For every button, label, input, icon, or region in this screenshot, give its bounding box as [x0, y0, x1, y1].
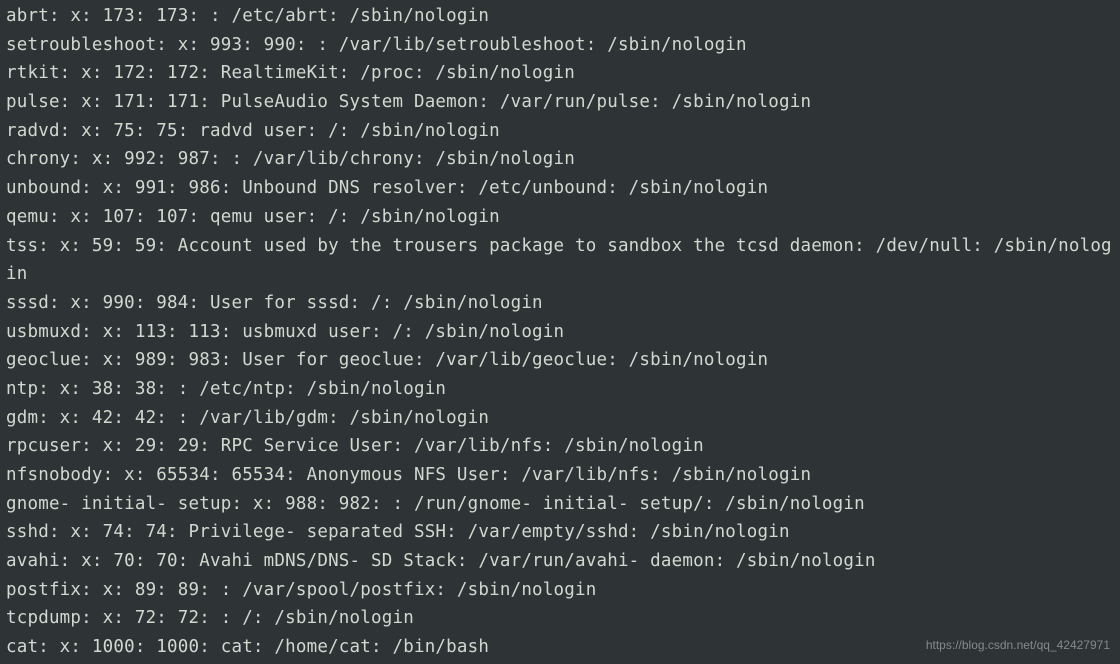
passwd-entry-line: rtkit: x: 172: 172: RealtimeKit: /proc: … [6, 59, 1114, 88]
passwd-entry-line: geoclue: x: 989: 983: User for geoclue: … [6, 346, 1114, 375]
passwd-entry-line: unbound: x: 991: 986: Unbound DNS resolv… [6, 174, 1114, 203]
passwd-entry-line: radvd: x: 75: 75: radvd user: /: /sbin/n… [6, 117, 1114, 146]
passwd-entry-line: rpcuser: x: 29: 29: RPC Service User: /v… [6, 432, 1114, 461]
passwd-entry-line: abrt: x: 173: 173: : /etc/abrt: /sbin/no… [6, 2, 1114, 31]
passwd-entry-line: chrony: x: 992: 987: : /var/lib/chrony: … [6, 145, 1114, 174]
passwd-entry-line: qemu: x: 107: 107: qemu user: /: /sbin/n… [6, 203, 1114, 232]
passwd-entry-line: sssd: x: 990: 984: User for sssd: /: /sb… [6, 289, 1114, 318]
passwd-entry-line: tcpdump: x: 72: 72: : /: /sbin/nologin [6, 604, 1114, 633]
passwd-entry-line: gnome- initial- setup: x: 988: 982: : /r… [6, 490, 1114, 519]
passwd-entry-line: tss: x: 59: 59: Account used by the trou… [6, 232, 1114, 289]
passwd-entry-line: postfix: x: 89: 89: : /var/spool/postfix… [6, 576, 1114, 605]
passwd-entry-line: pulse: x: 171: 171: PulseAudio System Da… [6, 88, 1114, 117]
passwd-entry-line: ntp: x: 38: 38: : /etc/ntp: /sbin/nologi… [6, 375, 1114, 404]
terminal-output: abrt: x: 173: 173: : /etc/abrt: /sbin/no… [6, 2, 1114, 662]
passwd-entry-line: nfsnobody: x: 65534: 65534: Anonymous NF… [6, 461, 1114, 490]
passwd-entry-line: gdm: x: 42: 42: : /var/lib/gdm: /sbin/no… [6, 404, 1114, 433]
passwd-entry-line: setroubleshoot: x: 993: 990: : /var/lib/… [6, 31, 1114, 60]
passwd-entry-line: sshd: x: 74: 74: Privilege- separated SS… [6, 518, 1114, 547]
passwd-entry-line: usbmuxd: x: 113: 113: usbmuxd user: /: /… [6, 318, 1114, 347]
watermark-text: https://blog.csdn.net/qq_42427971 [926, 636, 1110, 656]
passwd-entry-line: avahi: x: 70: 70: Avahi mDNS/DNS- SD Sta… [6, 547, 1114, 576]
